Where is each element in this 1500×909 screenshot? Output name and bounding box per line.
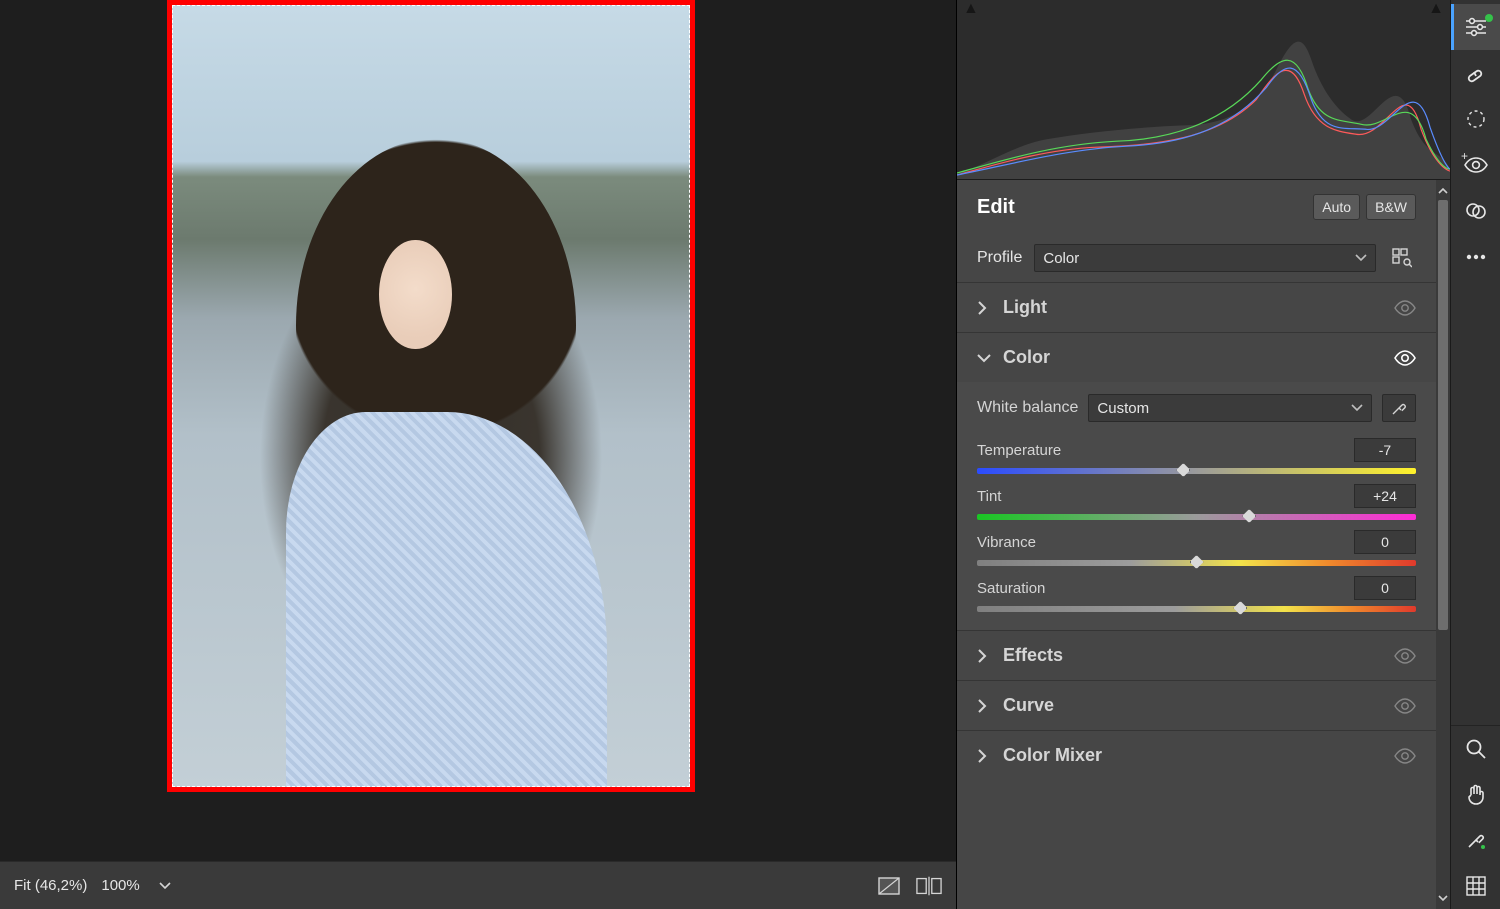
section-curve-title: Curve [1003, 695, 1054, 716]
tool-healing-brush[interactable] [1451, 50, 1500, 96]
chevron-down-icon [1355, 254, 1367, 262]
panel-scrollbar-thumb[interactable] [1438, 200, 1448, 630]
white-balance-select[interactable]: Custom [1088, 394, 1372, 422]
tool-grid[interactable] [1451, 863, 1500, 909]
section-color-mixer-title: Color Mixer [1003, 745, 1102, 766]
section-color-mixer: Color Mixer [957, 730, 1436, 780]
profile-browser-icon[interactable] [1388, 244, 1416, 272]
section-curve-header[interactable]: Curve [957, 681, 1436, 730]
slider-temperature-track[interactable] [977, 468, 1416, 474]
section-color-mixer-header[interactable]: Color Mixer [957, 731, 1436, 780]
zoom-dropdown-toggle[interactable] [154, 875, 176, 897]
tool-edit-sliders[interactable] [1451, 4, 1500, 50]
edit-panels: Edit Auto B&W Profile Color [957, 180, 1450, 909]
slider-tint-track[interactable] [977, 514, 1416, 520]
histogram-shadow-clip-icon[interactable]: ▲ [963, 0, 979, 18]
slider-saturation-thumb[interactable] [1233, 601, 1247, 615]
visibility-icon[interactable] [1394, 698, 1416, 714]
visibility-icon[interactable] [1394, 350, 1416, 366]
section-color-body: White balance Custom [957, 382, 1436, 630]
slider-vibrance-label: Vibrance [977, 534, 1036, 551]
slider-vibrance-value[interactable]: 0 [1354, 530, 1416, 554]
tool-color-sampler[interactable] [1451, 817, 1500, 863]
selection-marching-ants [172, 5, 690, 787]
profile-row: Profile Color [957, 234, 1436, 282]
chevron-right-icon [977, 699, 993, 713]
plus-badge-icon: + [1461, 149, 1468, 163]
edit-panels-viewport: Edit Auto B&W Profile Color [957, 180, 1436, 909]
view-single-icon[interactable] [876, 873, 902, 899]
section-curve: Curve [957, 680, 1436, 730]
status-dot-icon [1485, 14, 1493, 22]
right-toolbar: + [1450, 0, 1500, 909]
slider-temperature: Temperature -7 [977, 428, 1416, 474]
section-light-title: Light [1003, 297, 1047, 318]
edit-title: Edit [977, 196, 1015, 219]
app-root: Fit (46,2%) 100% ▲ ▲ [0, 0, 1500, 909]
histogram-panel[interactable]: ▲ ▲ [957, 0, 1450, 180]
slider-tint-value[interactable]: +24 [1354, 484, 1416, 508]
slider-temperature-label: Temperature [977, 442, 1061, 459]
white-balance-value: Custom [1097, 400, 1149, 417]
section-color: Color White balance Custom [957, 332, 1436, 630]
canvas-frame[interactable] [167, 0, 695, 792]
white-balance-label: White balance [977, 399, 1078, 417]
slider-tint-label: Tint [977, 488, 1001, 505]
edit-header: Edit Auto B&W [957, 180, 1436, 234]
scroll-down-icon[interactable] [1436, 889, 1450, 907]
slider-saturation-value[interactable]: 0 [1354, 576, 1416, 600]
status-fit-text[interactable]: Fit (46,2%) [14, 877, 87, 894]
section-effects: Effects [957, 630, 1436, 680]
visibility-icon[interactable] [1394, 648, 1416, 664]
chevron-right-icon [977, 749, 993, 763]
status-zoom-text[interactable]: 100% [101, 877, 139, 894]
right-column: ▲ ▲ Edit Auto B&W Profile [956, 0, 1450, 909]
slider-saturation: Saturation 0 [977, 566, 1416, 612]
section-light: Light [957, 282, 1436, 332]
tool-more[interactable] [1451, 234, 1500, 280]
profile-label: Profile [977, 249, 1022, 267]
slider-tint: Tint +24 [977, 474, 1416, 520]
scroll-up-icon[interactable] [1436, 182, 1450, 200]
chevron-right-icon [977, 649, 993, 663]
chevron-down-icon [1351, 404, 1363, 412]
slider-temperature-value[interactable]: -7 [1354, 438, 1416, 462]
canvas-inner [0, 0, 956, 861]
chevron-right-icon [977, 301, 993, 315]
slider-vibrance: Vibrance 0 [977, 520, 1416, 566]
slider-vibrance-track[interactable] [977, 560, 1416, 566]
tool-masking[interactable] [1451, 96, 1500, 142]
profile-select[interactable]: Color [1034, 244, 1376, 272]
section-effects-title: Effects [1003, 645, 1063, 666]
histogram-highlight-clip-icon[interactable]: ▲ [1428, 0, 1444, 18]
slider-saturation-track[interactable] [977, 606, 1416, 612]
tool-zoom[interactable] [1451, 725, 1500, 771]
section-color-title: Color [1003, 347, 1050, 368]
bw-button[interactable]: B&W [1366, 194, 1416, 220]
canvas-area: Fit (46,2%) 100% [0, 0, 956, 909]
panel-scrollbar[interactable] [1436, 180, 1450, 909]
auto-button[interactable]: Auto [1313, 194, 1360, 220]
tool-red-eye[interactable]: + [1451, 142, 1500, 188]
section-effects-header[interactable]: Effects [957, 631, 1436, 680]
histogram-svg [957, 0, 1450, 179]
slider-saturation-label: Saturation [977, 580, 1045, 597]
status-bar: Fit (46,2%) 100% [0, 861, 956, 909]
chevron-down-icon [977, 353, 993, 363]
tool-presets[interactable] [1451, 188, 1500, 234]
white-balance-eyedropper[interactable] [1382, 394, 1416, 422]
visibility-icon[interactable] [1394, 748, 1416, 764]
section-color-header[interactable]: Color [957, 333, 1436, 382]
profile-value: Color [1043, 250, 1079, 267]
view-compare-icon[interactable] [916, 873, 942, 899]
white-balance-row: White balance Custom [977, 388, 1416, 428]
section-light-header[interactable]: Light [957, 283, 1436, 332]
tool-hand[interactable] [1451, 771, 1500, 817]
visibility-icon[interactable] [1394, 300, 1416, 316]
